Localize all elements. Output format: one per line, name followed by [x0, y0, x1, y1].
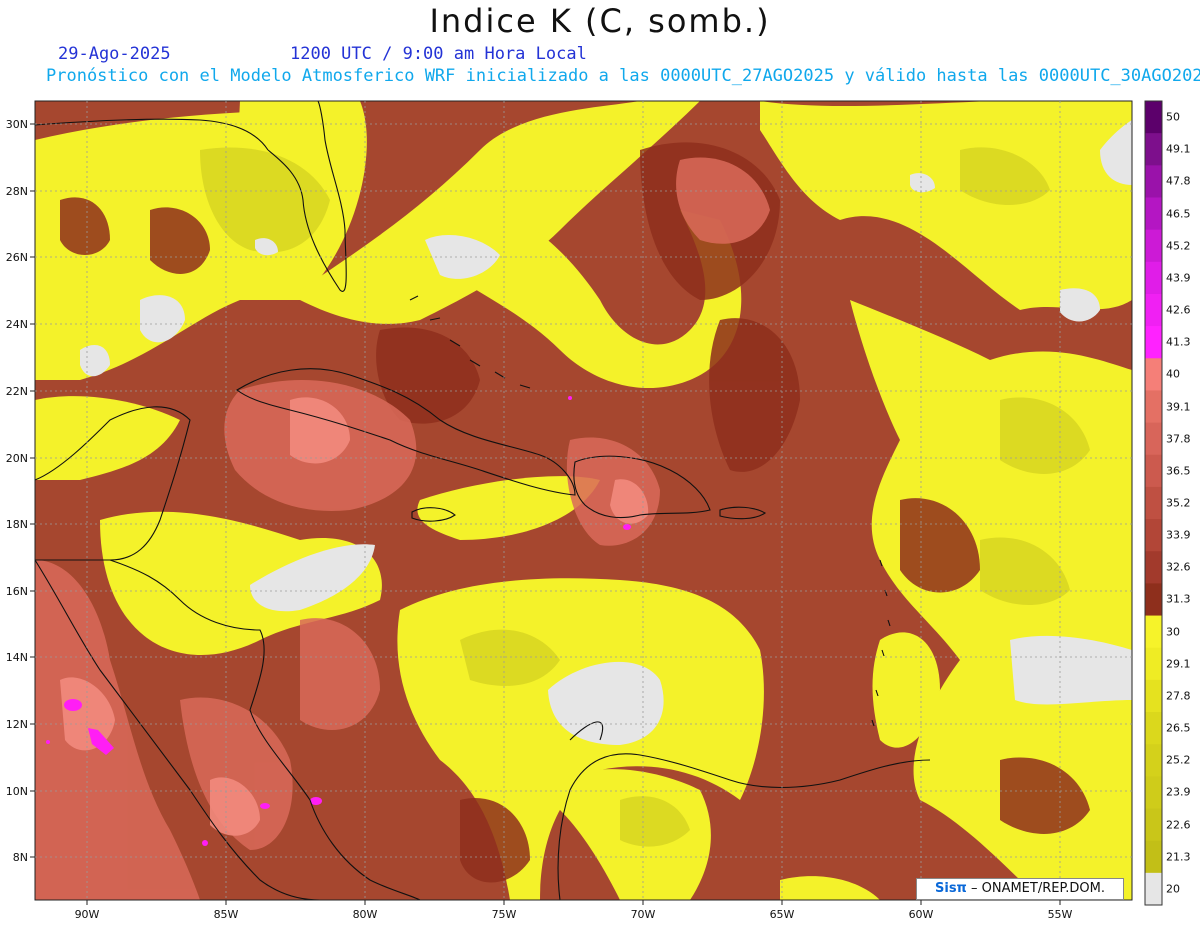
colorbar-label: 33.9	[1166, 528, 1191, 542]
lat-label: 10N	[6, 785, 28, 798]
colorbar-label: 36.5	[1166, 464, 1191, 478]
k-index-map: 30N 28N 26N 24N 22N 20N 18N 16N 14N 12N …	[6, 100, 1163, 921]
colorbar-label: 46.5	[1166, 207, 1191, 221]
colorbar-label: 42.6	[1166, 303, 1191, 317]
colorbar-swatch	[1145, 808, 1162, 842]
colorbar-swatch	[1145, 583, 1162, 617]
colorbar-label: 39.1	[1166, 400, 1191, 414]
k-index-field	[35, 101, 1132, 900]
colorbar-label: 25.2	[1166, 753, 1191, 767]
colorbar-swatch	[1145, 519, 1162, 552]
lat-label: 22N	[6, 385, 28, 398]
colorbar-label: 49.1	[1166, 142, 1191, 156]
lon-label: 85W	[214, 908, 239, 921]
lat-label: 28N	[6, 185, 28, 198]
colorbar-label: 35.2	[1166, 496, 1191, 510]
colorbar-swatch	[1145, 293, 1162, 327]
colorbar-swatch	[1145, 133, 1162, 166]
colorbar-swatch	[1145, 197, 1162, 231]
colorbar-label: 22.6	[1166, 818, 1191, 832]
colorbar-label: 45.2	[1166, 239, 1191, 253]
colorbar	[1144, 100, 1163, 906]
colorbar-label: 29.1	[1166, 657, 1191, 671]
colorbar-label: 41.3	[1166, 335, 1191, 349]
lon-label: 80W	[353, 908, 378, 921]
lon-label: 65W	[770, 908, 795, 921]
colorbar-label: 26.5	[1166, 721, 1191, 735]
colorbar-swatch	[1145, 358, 1162, 391]
lat-label: 14N	[6, 651, 28, 664]
colorbar-swatch	[1145, 101, 1162, 134]
colorbar-label: 27.8	[1166, 689, 1191, 703]
lat-label: 26N	[6, 251, 28, 264]
lon-label: 75W	[492, 908, 517, 921]
lat-label: 20N	[6, 452, 28, 465]
lat-label: 12N	[6, 718, 28, 731]
colorbar-swatch	[1145, 390, 1162, 424]
colorbar-swatch	[1145, 551, 1162, 584]
colorbar-label: 40	[1166, 367, 1180, 381]
colorbar-swatch	[1145, 712, 1162, 745]
credit-text: – ONAMET/REP.DOM.	[966, 881, 1105, 896]
lon-label: 90W	[75, 908, 100, 921]
lat-label: 24N	[6, 318, 28, 331]
longitude-labels: 90W 85W 80W 75W 70W 65W 60W 55W	[75, 908, 1073, 921]
lon-label: 60W	[909, 908, 934, 921]
lat-label: 16N	[6, 585, 28, 598]
credit-box: Sisπ – ONAMET/REP.DOM.	[916, 878, 1124, 900]
colorbar-swatch	[1145, 840, 1162, 874]
colorbar-label: 20	[1166, 882, 1180, 896]
colorbar-swatch	[1145, 615, 1162, 649]
lat-label: 30N	[6, 118, 28, 131]
lon-label: 70W	[631, 908, 656, 921]
colorbar-swatch	[1145, 454, 1162, 488]
lat-label: 18N	[6, 518, 28, 531]
colorbar-swatch	[1145, 776, 1162, 810]
colorbar-swatch	[1145, 744, 1162, 777]
colorbar-label: 37.8	[1166, 432, 1191, 446]
colorbar-label: 31.3	[1166, 592, 1191, 606]
colorbar-label: 47.8	[1166, 174, 1191, 188]
colorbar-label: 21.3	[1166, 850, 1191, 864]
colorbar-label: 23.9	[1166, 785, 1191, 799]
colorbar-swatch	[1145, 647, 1162, 681]
colorbar-label: 30	[1166, 625, 1180, 639]
colorbar-label: 32.6	[1166, 560, 1191, 574]
colorbar-swatch	[1145, 326, 1162, 359]
colorbar-swatch	[1145, 872, 1162, 906]
colorbar-label: 43.9	[1166, 271, 1191, 285]
colorbar-swatch	[1145, 422, 1162, 456]
colorbar-swatch	[1145, 486, 1162, 520]
lat-label: 8N	[13, 851, 28, 864]
colorbar-swatch	[1145, 229, 1162, 263]
latitude-labels: 30N 28N 26N 24N 22N 20N 18N 16N 14N 12N …	[6, 118, 28, 864]
colorbar-swatch	[1145, 261, 1162, 295]
colorbar-label: 50	[1166, 110, 1180, 124]
colorbar-swatch	[1145, 679, 1162, 713]
colorbar-swatch	[1145, 165, 1162, 198]
sispi-logo: Sisπ	[935, 881, 967, 896]
lon-label: 55W	[1048, 908, 1073, 921]
